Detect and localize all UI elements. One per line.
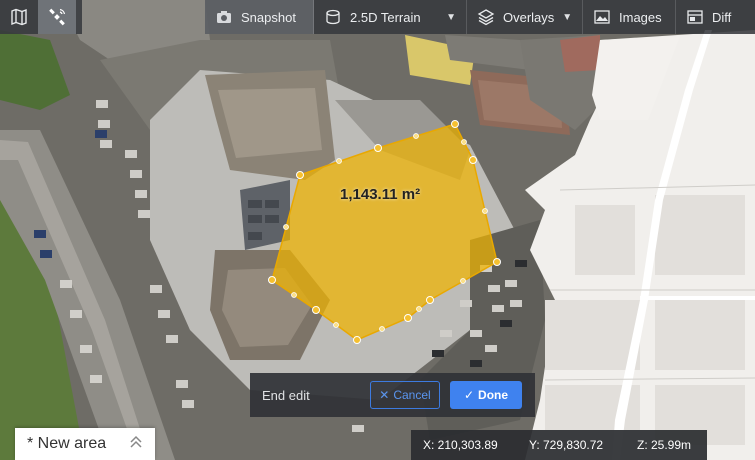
checkmark-icon: ✓ <box>463 388 475 402</box>
cancel-label: Cancel <box>393 388 431 402</box>
close-icon: ✕ <box>379 388 390 402</box>
map-icon <box>10 8 28 26</box>
chevron-down-icon: ▼ <box>562 11 573 23</box>
images-label: Images <box>619 9 662 25</box>
main-toolbar: Snapshot 2.5D Terrain ▼ Overlays ▼ Image… <box>205 0 755 34</box>
area-measurement-label: 1,143.11 m² <box>340 186 421 203</box>
edit-panel: End edit ✕ Cancel ✓ Done <box>250 373 535 417</box>
overlays-dropdown[interactable]: Overlays ▼ <box>467 0 583 34</box>
diff-label: Diff <box>712 9 732 25</box>
snapshot-label: Snapshot <box>241 9 296 25</box>
chevron-double-up-icon[interactable] <box>129 435 143 454</box>
done-button[interactable]: ✓ Done <box>450 381 522 409</box>
cancel-button[interactable]: ✕ Cancel <box>370 381 440 409</box>
coordinates-readout: X: 210,303.89 Y: 729,830.72 Z: 25.99m <box>411 430 707 460</box>
chevron-down-icon: ▼ <box>446 11 456 23</box>
diff-icon <box>686 8 704 26</box>
snapshot-button[interactable]: Snapshot <box>205 0 314 34</box>
satellite-view-button[interactable] <box>38 0 76 34</box>
new-area-tab[interactable]: * New area <box>15 428 155 460</box>
end-edit-label: End edit <box>262 387 310 403</box>
map-view-button[interactable] <box>0 0 38 34</box>
images-button[interactable]: Images <box>583 0 676 34</box>
camera-icon <box>215 8 233 26</box>
done-label: Done <box>478 388 509 402</box>
satellite-icon <box>48 8 66 26</box>
coord-y: Y: 729,830.72 <box>529 438 604 452</box>
overlays-label: Overlays <box>503 9 555 25</box>
view-mode-toolbar <box>0 0 82 34</box>
coord-x: X: 210,303.89 <box>423 438 498 452</box>
coord-z: Z: 25.99m <box>637 438 692 452</box>
layers-icon <box>477 8 495 26</box>
image-icon <box>593 8 611 26</box>
diff-button[interactable]: Diff <box>676 0 741 34</box>
area-tab-label: * New area <box>27 435 107 452</box>
terrain-dropdown[interactable]: 2.5D Terrain ▼ <box>314 0 467 34</box>
cylinder-3d-icon <box>324 8 342 26</box>
terrain-label: 2.5D Terrain <box>350 9 421 25</box>
